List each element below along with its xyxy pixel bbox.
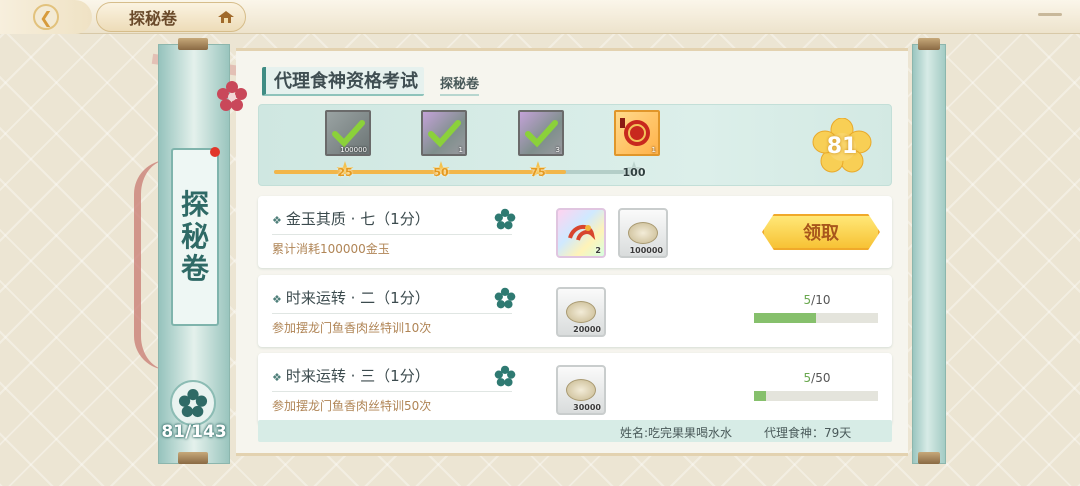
player-info-footer: 姓名:吃完果果喝水水 代理食神：79天 [258,420,892,442]
diamond-bullet-icon: ❖ [272,214,282,227]
top-bar: ❮ 探秘卷 [0,0,1080,34]
milestone-threshold: 25 [337,166,353,179]
task-progress-text: 5/10 [752,293,882,307]
milestone-reward-75[interactable]: 3 [518,110,564,156]
reward-quantity: 100000 [340,146,367,154]
milestone-progress-fill [274,170,566,174]
exam-header: 代理食神资格考试 探秘卷 [262,67,480,96]
task-name: ❖ 时来运转 · 三（1分） [272,365,430,386]
milestone-reward-100[interactable]: 1 [614,110,660,156]
task-progress-bar [754,313,878,323]
progress-fill [754,313,816,323]
notification-dot [210,147,220,157]
reward-quantity: 20000 [573,325,601,334]
task-name-text: 时来运转 · 三（1分） [285,367,430,385]
task-name-text: 时来运转 · 二（1分） [285,289,430,307]
cowrie-shell-icon [566,379,596,401]
roller-cap-bottom [178,452,208,464]
agent-days: 代理食神：79天 [764,426,852,440]
reward-quantity: 1 [458,146,463,154]
task-row: ❖ 时来运转 · 三（1分） 参加摆龙门鱼香肉丝特训50次 30000 5/50 [258,353,892,425]
back-button[interactable]: ❮ [0,0,92,34]
reward-quantity: 100000 [629,246,663,255]
task-progress-bar [754,391,878,401]
progress-current: 5 [803,293,812,307]
task-flower-icon [494,287,516,309]
vertical-title-char: 卷 [180,252,209,286]
diamond-bullet-icon: ❖ [272,293,282,306]
reward-item[interactable]: 2 [556,208,606,258]
divider [272,313,512,314]
task-progress-text: 5/50 [752,371,882,385]
progress-current: 5 [803,371,812,385]
menu-bar-icon[interactable] [1038,13,1062,16]
task-description: 参加摆龙门鱼香肉丝特训10次 [272,321,432,335]
reward-quantity: 30000 [573,403,601,412]
total-progress-count: 81/143 [161,422,227,442]
reward-quantity: 3 [555,146,560,154]
milestone-threshold: 50 [433,166,449,179]
divider [272,391,512,392]
vertical-scroll-title: 探 秘 卷 [171,147,220,326]
page-title-tab: 探秘卷 [96,2,246,32]
task-description: 累计消耗100000金玉 [272,242,390,256]
milestone-reward-25[interactable]: 100000 [325,110,371,156]
progress-total: /10 [811,293,831,307]
progress-total: /50 [811,371,831,385]
reward-quantity: 1 [651,146,656,154]
roller-cap-bottom-right [918,452,940,464]
claim-button[interactable]: 领取 [762,214,880,250]
exam-subtitle: 探秘卷 [440,73,480,96]
task-name: ❖ 金玉其质 · 七（1分） [272,208,430,229]
task-name: ❖ 时来运转 · 二（1分） [272,287,430,308]
roller-cap-top-right [918,38,940,50]
roller-cap-top [178,38,208,50]
player-name: 姓名:吃完果果喝水水 [620,426,733,440]
milestone-threshold: 100 [622,166,646,179]
exam-title: 代理食神资格考试 [262,67,424,96]
vertical-title-char: 秘 [180,219,209,253]
task-flower-icon [494,365,516,387]
dragon-item-icon [568,225,596,241]
back-arrow-icon: ❮ [33,4,59,30]
home-roof-icon [218,11,234,23]
plum-flower-icon [217,81,247,111]
reward-item[interactable]: 100000 [618,208,668,258]
flower-badge [170,380,216,426]
current-points: 81 [826,133,858,159]
reward-quantity: 2 [595,246,601,255]
reward-item[interactable]: 20000 [556,287,606,337]
diamond-bullet-icon: ❖ [272,371,282,384]
milestone-threshold: 75 [530,166,546,179]
task-description: 参加摆龙门鱼香肉丝特训50次 [272,399,432,413]
cowrie-shell-icon [628,222,658,244]
progress-fill [754,391,767,401]
page-title: 探秘卷 [129,9,178,28]
points-badge: 81 [812,118,872,174]
divider [272,234,512,235]
reward-item[interactable]: 30000 [556,365,606,415]
task-name-text: 金玉其质 · 七（1分） [285,210,430,228]
vertical-title-char: 探 [180,187,209,221]
task-row: ❖ 时来运转 · 二（1分） 参加摆龙门鱼香肉丝特训10次 20000 5/10 [258,275,892,347]
milestone-reward-50[interactable]: 1 [421,110,467,156]
task-flower-icon [494,208,516,230]
right-scroll-roller [912,44,946,464]
cowrie-shell-icon [566,301,596,323]
teal-flower-icon [178,388,208,418]
task-row: ❖ 金玉其质 · 七（1分） 累计消耗100000金玉 2 100000 领取 [258,196,892,268]
